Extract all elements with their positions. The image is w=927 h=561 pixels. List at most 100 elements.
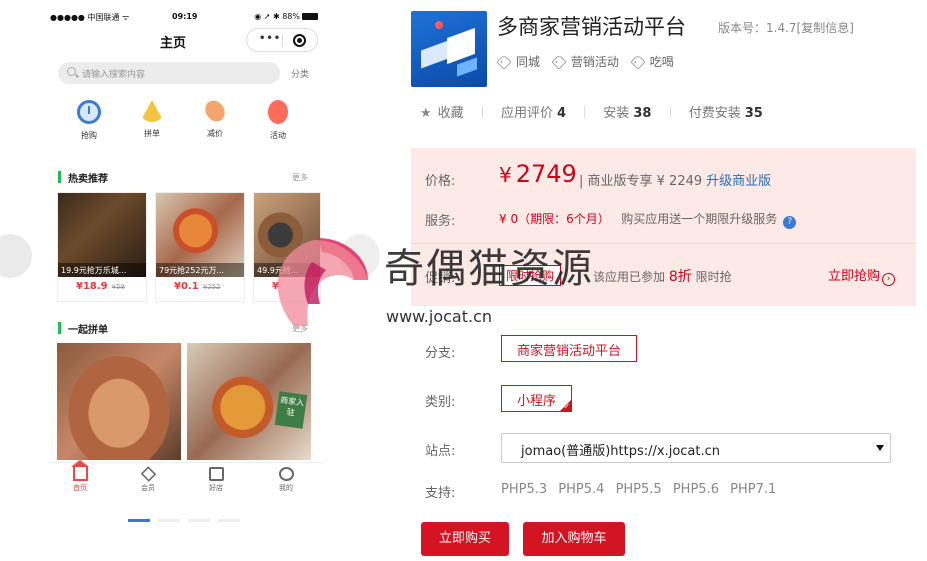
icon-spark <box>435 21 443 29</box>
price-original: ¥58 <box>111 283 126 291</box>
chevron-right-icon: › <box>882 273 896 286</box>
stats-divider <box>669 106 671 118</box>
carousel-dot[interactable] <box>188 519 210 522</box>
more-dots-icon[interactable]: ••• <box>259 33 281 44</box>
profile-icon <box>278 467 294 481</box>
tag-item[interactable]: 营销活动 <box>551 53 619 70</box>
commercial-price: | 商业版专享 ¥ 2249 升级商业版 <box>579 170 771 189</box>
battery-indicator: ◉ ➚ ✱ 88% <box>254 12 318 21</box>
tab-member[interactable]: 会员 <box>128 466 168 493</box>
service-label: 服务: <box>425 214 456 229</box>
price-original: ¥252 <box>202 283 221 291</box>
buy-now-button[interactable]: 立即购买 <box>421 522 509 556</box>
card-caption: 79元抢252元万... <box>156 263 244 277</box>
install-label: 安装 <box>603 106 630 121</box>
carousel-dot[interactable] <box>158 519 180 522</box>
app-icon <box>411 11 487 87</box>
tab-label: 会员 <box>141 484 155 492</box>
php-version: PHP5.3 <box>501 482 548 497</box>
tag-item[interactable]: 同城 <box>496 53 540 70</box>
quick-item-label: 抢购 <box>81 131 97 140</box>
php-version-list: PHP5.3 PHP5.4 PHP5.5 PHP5.6 PHP7.1 <box>501 482 783 497</box>
promo-prefix: 该应用已参加 <box>593 270 666 284</box>
tag-label: 营销活动 <box>570 55 619 69</box>
tab-mine[interactable]: 我的 <box>266 467 306 493</box>
tag-icon <box>496 54 512 70</box>
site-label: 站点: <box>425 444 456 459</box>
carousel-dot-active[interactable] <box>128 519 150 522</box>
star-icon[interactable]: ★ <box>420 106 432 121</box>
tab-label: 首页 <box>73 484 87 492</box>
caret-down-icon <box>876 445 884 451</box>
fire-icon <box>268 100 288 124</box>
check-icon: ✓ <box>563 402 571 411</box>
stats-bar: ★ 收藏 应用评价 4 安装 38 付费安装 35 <box>420 102 763 121</box>
carrier-label: ●●●●● 中国联通 ᯤ <box>50 13 130 22</box>
paid-install-label: 付费安装 <box>688 106 741 121</box>
rating-count: 4 <box>556 106 567 121</box>
buy-now-link-label: 立即抢购 <box>828 269 881 284</box>
bottom-tab-bar: 首页 会员 好店 我的 <box>48 460 324 500</box>
quick-item-label: 减价 <box>207 129 223 138</box>
category-link[interactable]: 分类 <box>291 67 309 80</box>
search-placeholder: 请输入搜索内容 <box>82 70 146 80</box>
capsule-menu[interactable]: ••• <box>246 28 318 52</box>
carousel-dot[interactable] <box>218 519 240 522</box>
carousel-prev-button[interactable] <box>0 234 32 278</box>
merchant-join-stamp: 商家入驻 <box>274 391 308 429</box>
watermark-url: www.jocat.cn <box>386 307 493 326</box>
price-amount: 2749 <box>515 160 577 188</box>
clock-icon <box>77 100 101 124</box>
commercial-price-text: | 商业版专享 ¥ 2249 <box>579 174 703 189</box>
group-section-label: 一起拼单 <box>68 325 108 336</box>
hot-more-link[interactable]: 更多 <box>292 172 308 183</box>
group-card-image[interactable]: 商家入驻 <box>187 343 311 460</box>
shop-icon <box>208 467 224 481</box>
price-now: ¥18.9 <box>76 281 108 292</box>
category-option-label: 小程序 <box>517 394 557 409</box>
product-image: 79元抢252元万... <box>156 193 244 277</box>
tag-icon <box>551 54 567 70</box>
category-option-selected[interactable]: 小程序 ✓ <box>501 385 573 412</box>
rating-label[interactable]: 应用评价 <box>501 106 553 121</box>
group-icon <box>140 100 164 122</box>
site-select[interactable]: jomao(普通版)https://x.jocat.cn <box>501 433 891 463</box>
upgrade-link[interactable]: 升级商业版 <box>706 174 771 189</box>
tab-home[interactable]: 首页 <box>60 460 100 493</box>
buy-now-link[interactable]: 立即抢购 › <box>828 265 896 286</box>
hot-card[interactable]: 19.9元抢万乐城... ¥18.9 ¥58 <box>57 192 147 302</box>
section-accent-bar <box>58 171 61 183</box>
quick-item-flash-sale[interactable]: 抢购 <box>69 100 109 141</box>
service-desc: 购买应用送一个期限升级服务 <box>621 212 778 226</box>
help-icon[interactable]: ? <box>783 216 797 229</box>
tab-shops[interactable]: 好店 <box>196 467 236 493</box>
php-version: PHP5.6 <box>672 482 719 497</box>
stats-divider <box>584 106 586 118</box>
close-target-icon[interactable] <box>293 34 306 47</box>
tab-label: 我的 <box>279 484 293 492</box>
tag-list: 同城 营销活动 吃喝 <box>496 53 683 70</box>
card-price: ¥18.9 ¥58 <box>58 277 146 292</box>
price-value: ¥2749 <box>499 160 577 188</box>
promo-text: 该应用已参加 8折 限时抢 <box>593 266 732 286</box>
quick-item-events[interactable]: 活动 <box>258 100 298 141</box>
search-input[interactable]: 请输入搜索内容 <box>58 62 280 84</box>
price-tag-icon <box>201 96 229 126</box>
watermark-logo <box>277 238 368 326</box>
stats-divider <box>481 106 483 118</box>
favorite-button[interactable]: 收藏 <box>438 106 464 121</box>
card-price: ¥0.1 ¥252 <box>156 277 244 292</box>
branch-option[interactable]: 商家营销活动平台 <box>501 335 638 362</box>
add-to-cart-button[interactable]: 加入购物车 <box>523 522 625 556</box>
quick-item-price-cut[interactable]: 减价 <box>195 96 235 139</box>
search-icon <box>67 67 76 76</box>
hot-card[interactable]: 79元抢252元万... ¥0.1 ¥252 <box>155 192 245 302</box>
quick-item-group-buy[interactable]: 拼单 <box>132 100 172 139</box>
tag-icon <box>630 54 646 70</box>
group-card-image[interactable] <box>57 343 181 460</box>
capsule-divider <box>282 34 283 47</box>
site-select-value: jomao(普通版)https://x.jocat.cn <box>521 444 721 459</box>
version-info[interactable]: 版本号：1.4.7[复制信息] <box>718 19 854 36</box>
tag-item[interactable]: 吃喝 <box>630 53 674 70</box>
service-info: ¥ 0（期限：6个月） 购买应用送一个期限升级服务? <box>499 210 797 229</box>
